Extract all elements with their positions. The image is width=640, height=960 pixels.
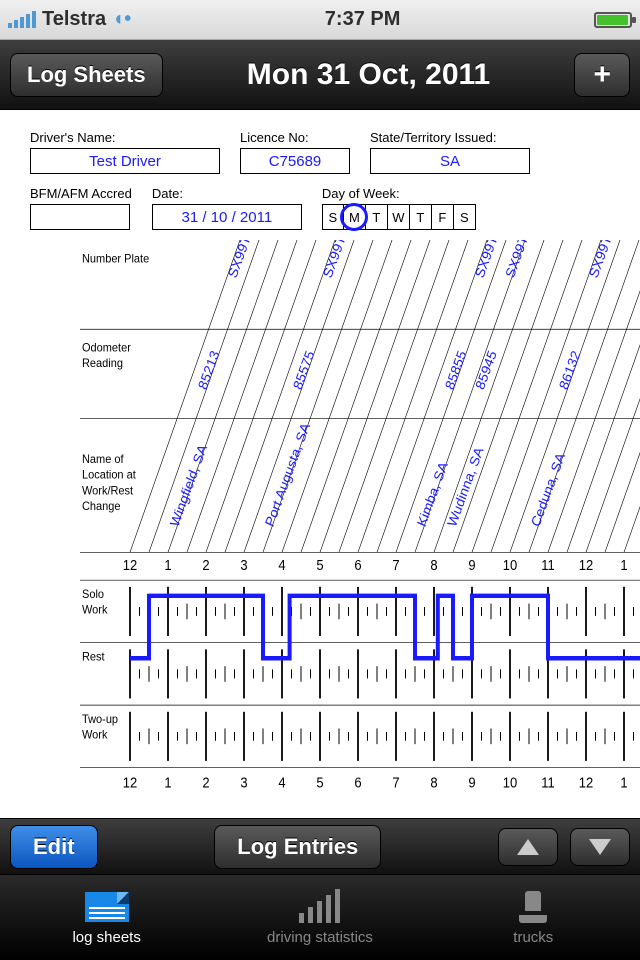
wifi-icon: ◖• — [112, 8, 131, 31]
svg-text:7: 7 — [392, 558, 399, 574]
svg-text:9: 9 — [468, 775, 475, 791]
bfm-field[interactable] — [30, 204, 130, 230]
svg-text:1: 1 — [620, 775, 627, 791]
log-entries-button[interactable]: Log Entries — [214, 825, 381, 869]
svg-text:Rest: Rest — [82, 650, 105, 664]
status-bar: Telstra ◖• 7:37 PM — [0, 0, 640, 40]
tab-bar: log sheets driving statistics trucks — [0, 874, 640, 960]
svg-text:11: 11 — [541, 558, 554, 574]
edit-button[interactable]: Edit — [10, 825, 98, 869]
svg-text:8: 8 — [430, 775, 438, 791]
state-issued-label: State/Territory Issued: — [370, 130, 530, 145]
chevron-up-icon — [517, 839, 539, 855]
svg-text:2: 2 — [202, 558, 209, 574]
back-button[interactable]: Log Sheets — [10, 53, 163, 97]
svg-text:Number Plate: Number Plate — [82, 252, 149, 266]
add-button[interactable]: + — [574, 53, 630, 97]
clock: 7:37 PM — [325, 8, 401, 31]
svg-text:Solo: Solo — [82, 588, 104, 602]
svg-text:85945: 85945 — [473, 348, 500, 392]
svg-text:8: 8 — [430, 558, 438, 574]
svg-text:10: 10 — [503, 558, 518, 574]
licence-label: Licence No: — [240, 130, 350, 145]
up-button[interactable] — [498, 828, 558, 866]
svg-text:Work/Rest: Work/Rest — [82, 484, 134, 498]
tab-trucks[interactable]: trucks — [443, 889, 623, 946]
svg-text:Two-up: Two-up — [82, 712, 118, 726]
svg-text:1: 1 — [164, 775, 171, 791]
svg-text:1: 1 — [164, 558, 171, 574]
dow-label: Day of Week: — [322, 186, 476, 201]
toolstrip: Edit Log Entries — [0, 818, 640, 874]
battery-icon — [594, 12, 632, 28]
svg-text:12: 12 — [579, 558, 593, 574]
licence-field[interactable]: C75689 — [240, 148, 350, 174]
svg-text:5: 5 — [316, 558, 324, 574]
nav-bar: Log Sheets Mon 31 Oct, 2011 + — [0, 40, 640, 110]
svg-text:Work: Work — [82, 728, 108, 742]
svg-text:5: 5 — [316, 775, 324, 791]
page-title: Mon 31 Oct, 2011 — [163, 58, 575, 92]
date-field[interactable]: 31 / 10 / 2011 — [152, 204, 302, 230]
svg-text:SX99TT: SX99TT — [503, 240, 534, 280]
svg-text:11: 11 — [541, 775, 554, 791]
svg-text:6: 6 — [354, 775, 362, 791]
state-issued-field[interactable]: SA — [370, 148, 530, 174]
date-label: Date: — [152, 186, 302, 201]
svg-text:12: 12 — [579, 775, 593, 791]
carrier-label: Telstra — [42, 8, 106, 31]
svg-text:Change: Change — [82, 499, 120, 513]
bfm-label: BFM/AFM Accred — [30, 186, 132, 201]
tab-trucks-label: trucks — [513, 929, 553, 946]
signal-icon — [8, 12, 36, 28]
svg-text:Name of: Name of — [82, 453, 124, 467]
svg-text:Port Augusta, SA: Port Augusta, SA — [262, 420, 312, 529]
svg-text:6: 6 — [354, 558, 362, 574]
svg-text:9: 9 — [468, 558, 475, 574]
svg-text:7: 7 — [392, 775, 399, 791]
dow-selector[interactable]: SMTWTFS — [322, 204, 476, 230]
svg-text:1: 1 — [620, 558, 627, 574]
svg-text:Odometer: Odometer — [82, 341, 131, 355]
stats-icon — [299, 891, 340, 923]
tab-log-sheets[interactable]: log sheets — [17, 889, 197, 946]
svg-text:3: 3 — [240, 775, 248, 791]
svg-text:Location at: Location at — [82, 468, 136, 482]
svg-text:10: 10 — [503, 775, 518, 791]
svg-text:12: 12 — [123, 558, 137, 574]
svg-text:Wingfield, SA: Wingfield, SA — [167, 442, 210, 529]
down-button[interactable] — [570, 828, 630, 866]
svg-text:Ceduna, SA: Ceduna, SA — [528, 450, 568, 529]
name-label: Driver's Name: — [30, 130, 220, 145]
content: Driver's Name: Test Driver Licence No: C… — [0, 110, 640, 820]
chevron-down-icon — [589, 839, 611, 855]
name-field[interactable]: Test Driver — [30, 148, 220, 174]
svg-text:12: 12 — [123, 775, 137, 791]
svg-text:Kimba, SA: Kimba, SA — [414, 459, 450, 529]
svg-text:4: 4 — [278, 558, 286, 574]
svg-text:3: 3 — [240, 558, 248, 574]
svg-text:4: 4 — [278, 775, 286, 791]
tab-stats-label: driving statistics — [267, 929, 373, 946]
status-left: Telstra ◖• — [8, 8, 131, 31]
log-sheets-icon — [85, 892, 129, 922]
truck-icon — [515, 891, 551, 923]
svg-text:2: 2 — [202, 775, 209, 791]
svg-text:Reading: Reading — [82, 357, 123, 371]
svg-text:Work: Work — [82, 603, 108, 617]
tab-log-sheets-label: log sheets — [72, 929, 140, 946]
log-chart[interactable]: Number Plate Odometer Reading Name ofLocati… — [0, 240, 640, 820]
tab-driving-statistics[interactable]: driving statistics — [230, 889, 410, 946]
